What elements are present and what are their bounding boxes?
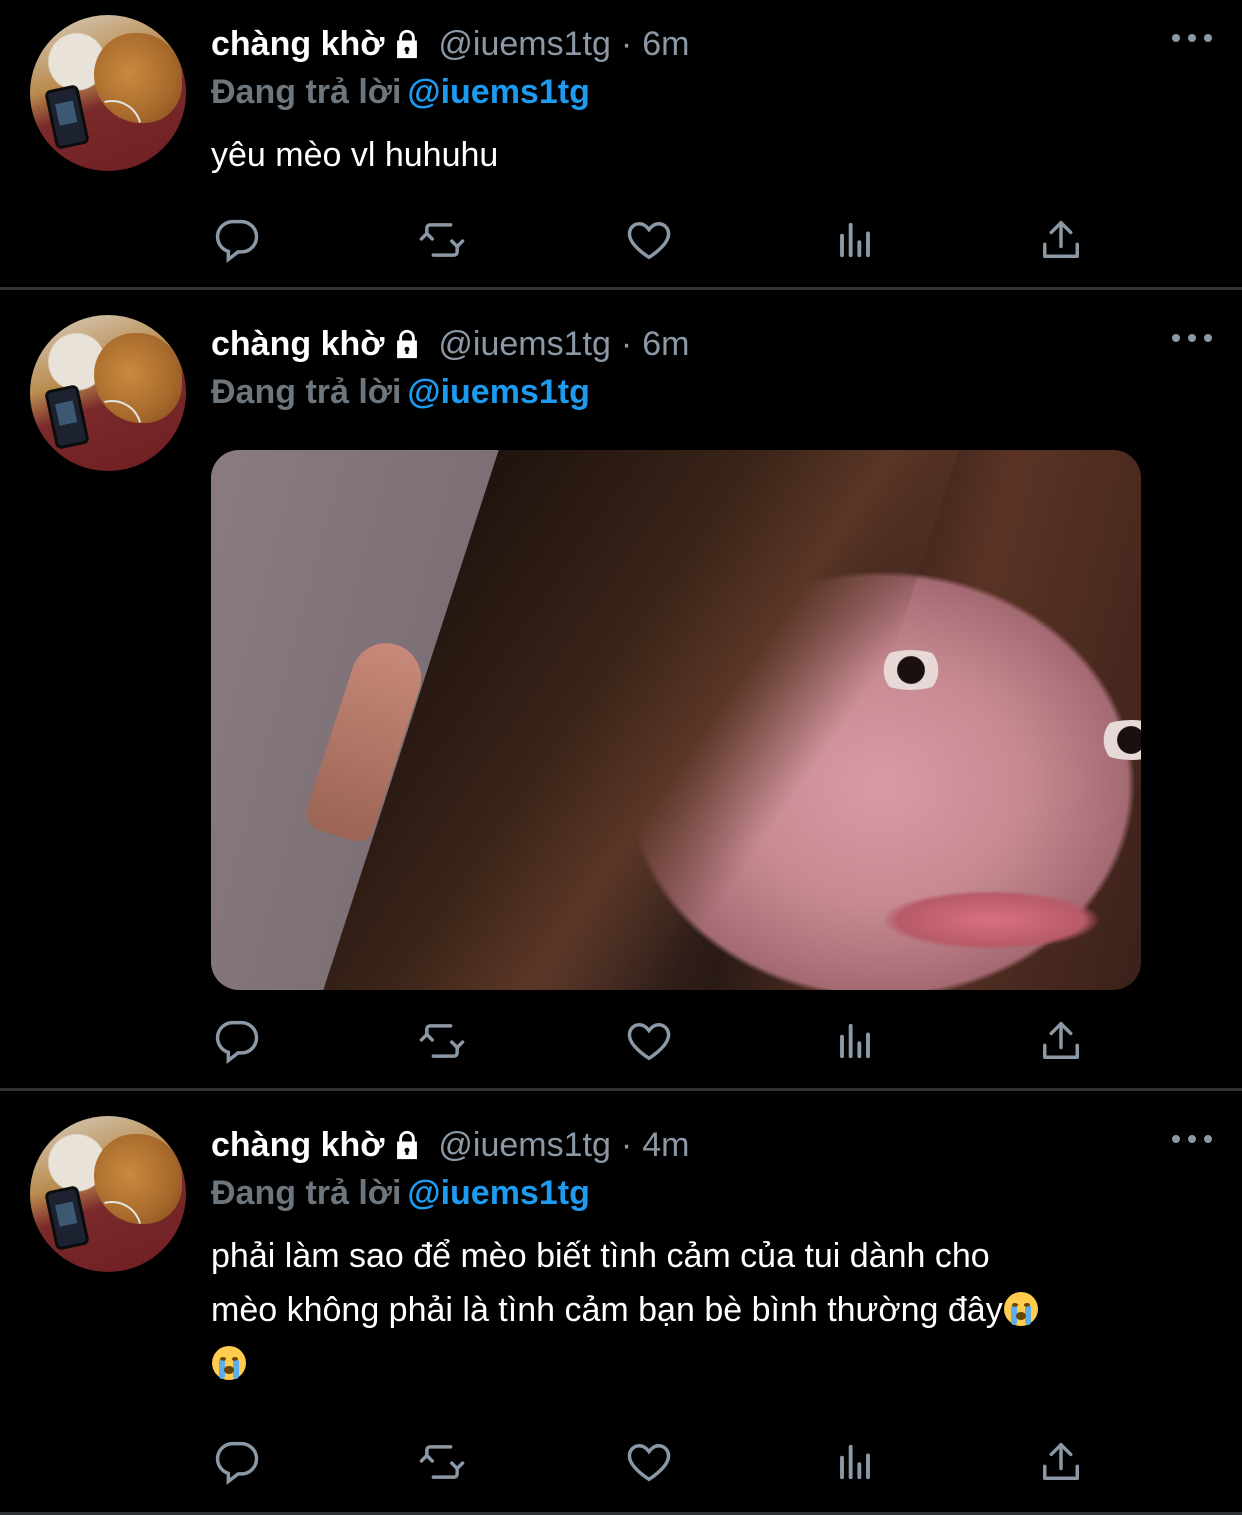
display-name[interactable]: chàng khờ: [211, 324, 384, 364]
more-horizontal-icon[interactable]: [1172, 1129, 1212, 1149]
tweet-actions: [211, 1436, 1111, 1488]
replying-label: Đang trả lời: [211, 373, 402, 411]
replying-label: Đang trả lời: [211, 73, 402, 111]
tweet-text-line: [211, 1337, 1211, 1391]
mention-link[interactable]: @iuems1tg: [407, 1174, 589, 1212]
analytics-icon[interactable]: [829, 1436, 881, 1488]
tweet[interactable]: chàng khờ @iuems1tg · 6m Đang trả lời @iu…: [0, 290, 1242, 1091]
tweet-actions: [211, 1015, 1111, 1067]
avatar[interactable]: [30, 315, 186, 471]
timestamp[interactable]: 4m: [642, 1125, 689, 1165]
tweet[interactable]: chàng khờ @iuems1tg · 6m Đang trả lời @iu…: [0, 0, 1242, 290]
heart-icon[interactable]: [623, 1015, 675, 1067]
replying-to: Đang trả lời @iuems1tg: [211, 1173, 590, 1213]
tweet-text-line: phải làm sao để mèo biết tình cảm của tu…: [211, 1237, 990, 1275]
heart-icon[interactable]: [623, 1436, 675, 1488]
reply-icon[interactable]: [211, 1436, 263, 1488]
share-icon[interactable]: [1035, 214, 1087, 266]
tweet-text-line-content: mèo không phải là tình cảm bạn bè bình t…: [211, 1291, 1003, 1329]
lock-icon: [397, 1130, 418, 1160]
separator-dot: ·: [620, 1126, 633, 1164]
mention-link[interactable]: @iuems1tg: [407, 373, 589, 411]
loudly-crying-face-emoji: [212, 1346, 246, 1380]
retweet-icon[interactable]: [416, 1015, 468, 1067]
replying-to: Đang trả lời @iuems1tg: [211, 372, 590, 412]
tweet-text: phải làm sao để mèo biết tình cảm của tu…: [211, 1229, 1211, 1391]
user-handle[interactable]: @iuems1tg: [438, 324, 610, 364]
separator-dot: ·: [620, 25, 633, 63]
display-name[interactable]: chàng khờ: [211, 24, 384, 64]
replying-to: Đang trả lời @iuems1tg: [211, 72, 590, 112]
reply-icon[interactable]: [211, 1015, 263, 1067]
retweet-icon[interactable]: [416, 214, 468, 266]
heart-icon[interactable]: [623, 214, 675, 266]
lock-icon: [397, 29, 418, 59]
more-horizontal-icon[interactable]: [1172, 328, 1212, 348]
tweet-text: yêu mèo vl huhuhu: [211, 136, 499, 174]
retweet-icon[interactable]: [416, 1436, 468, 1488]
analytics-icon[interactable]: [829, 1015, 881, 1067]
analytics-icon[interactable]: [829, 214, 881, 266]
avatar[interactable]: [30, 15, 186, 171]
timestamp[interactable]: 6m: [642, 324, 689, 364]
loudly-crying-face-emoji: [1003, 1292, 1038, 1326]
timestamp[interactable]: 6m: [642, 24, 689, 64]
separator-dot: ·: [620, 325, 633, 363]
tweet-header: chàng khờ @iuems1tg · 6m: [211, 24, 689, 64]
avatar[interactable]: [30, 1116, 186, 1272]
share-icon[interactable]: [1035, 1015, 1087, 1067]
tweet-header: chàng khờ @iuems1tg · 4m: [211, 1125, 689, 1165]
share-icon[interactable]: [1035, 1436, 1087, 1488]
tweet-photo[interactable]: [211, 450, 1141, 990]
display-name[interactable]: chàng khờ: [211, 1125, 384, 1165]
replying-label: Đang trả lời: [211, 1174, 402, 1212]
user-handle[interactable]: @iuems1tg: [438, 24, 610, 64]
more-horizontal-icon[interactable]: [1172, 28, 1212, 48]
tweet[interactable]: chàng khờ @iuems1tg · 4m Đang trả lời @iu…: [0, 1091, 1242, 1515]
tweet-actions: [211, 214, 1111, 266]
tweet-text-line: mèo không phải là tình cảm bạn bè bình t…: [211, 1283, 1211, 1337]
tweet-header: chàng khờ @iuems1tg · 6m: [211, 324, 689, 364]
lock-icon: [397, 329, 418, 359]
mention-link[interactable]: @iuems1tg: [407, 73, 589, 111]
reply-icon[interactable]: [211, 214, 263, 266]
user-handle[interactable]: @iuems1tg: [438, 1125, 610, 1165]
